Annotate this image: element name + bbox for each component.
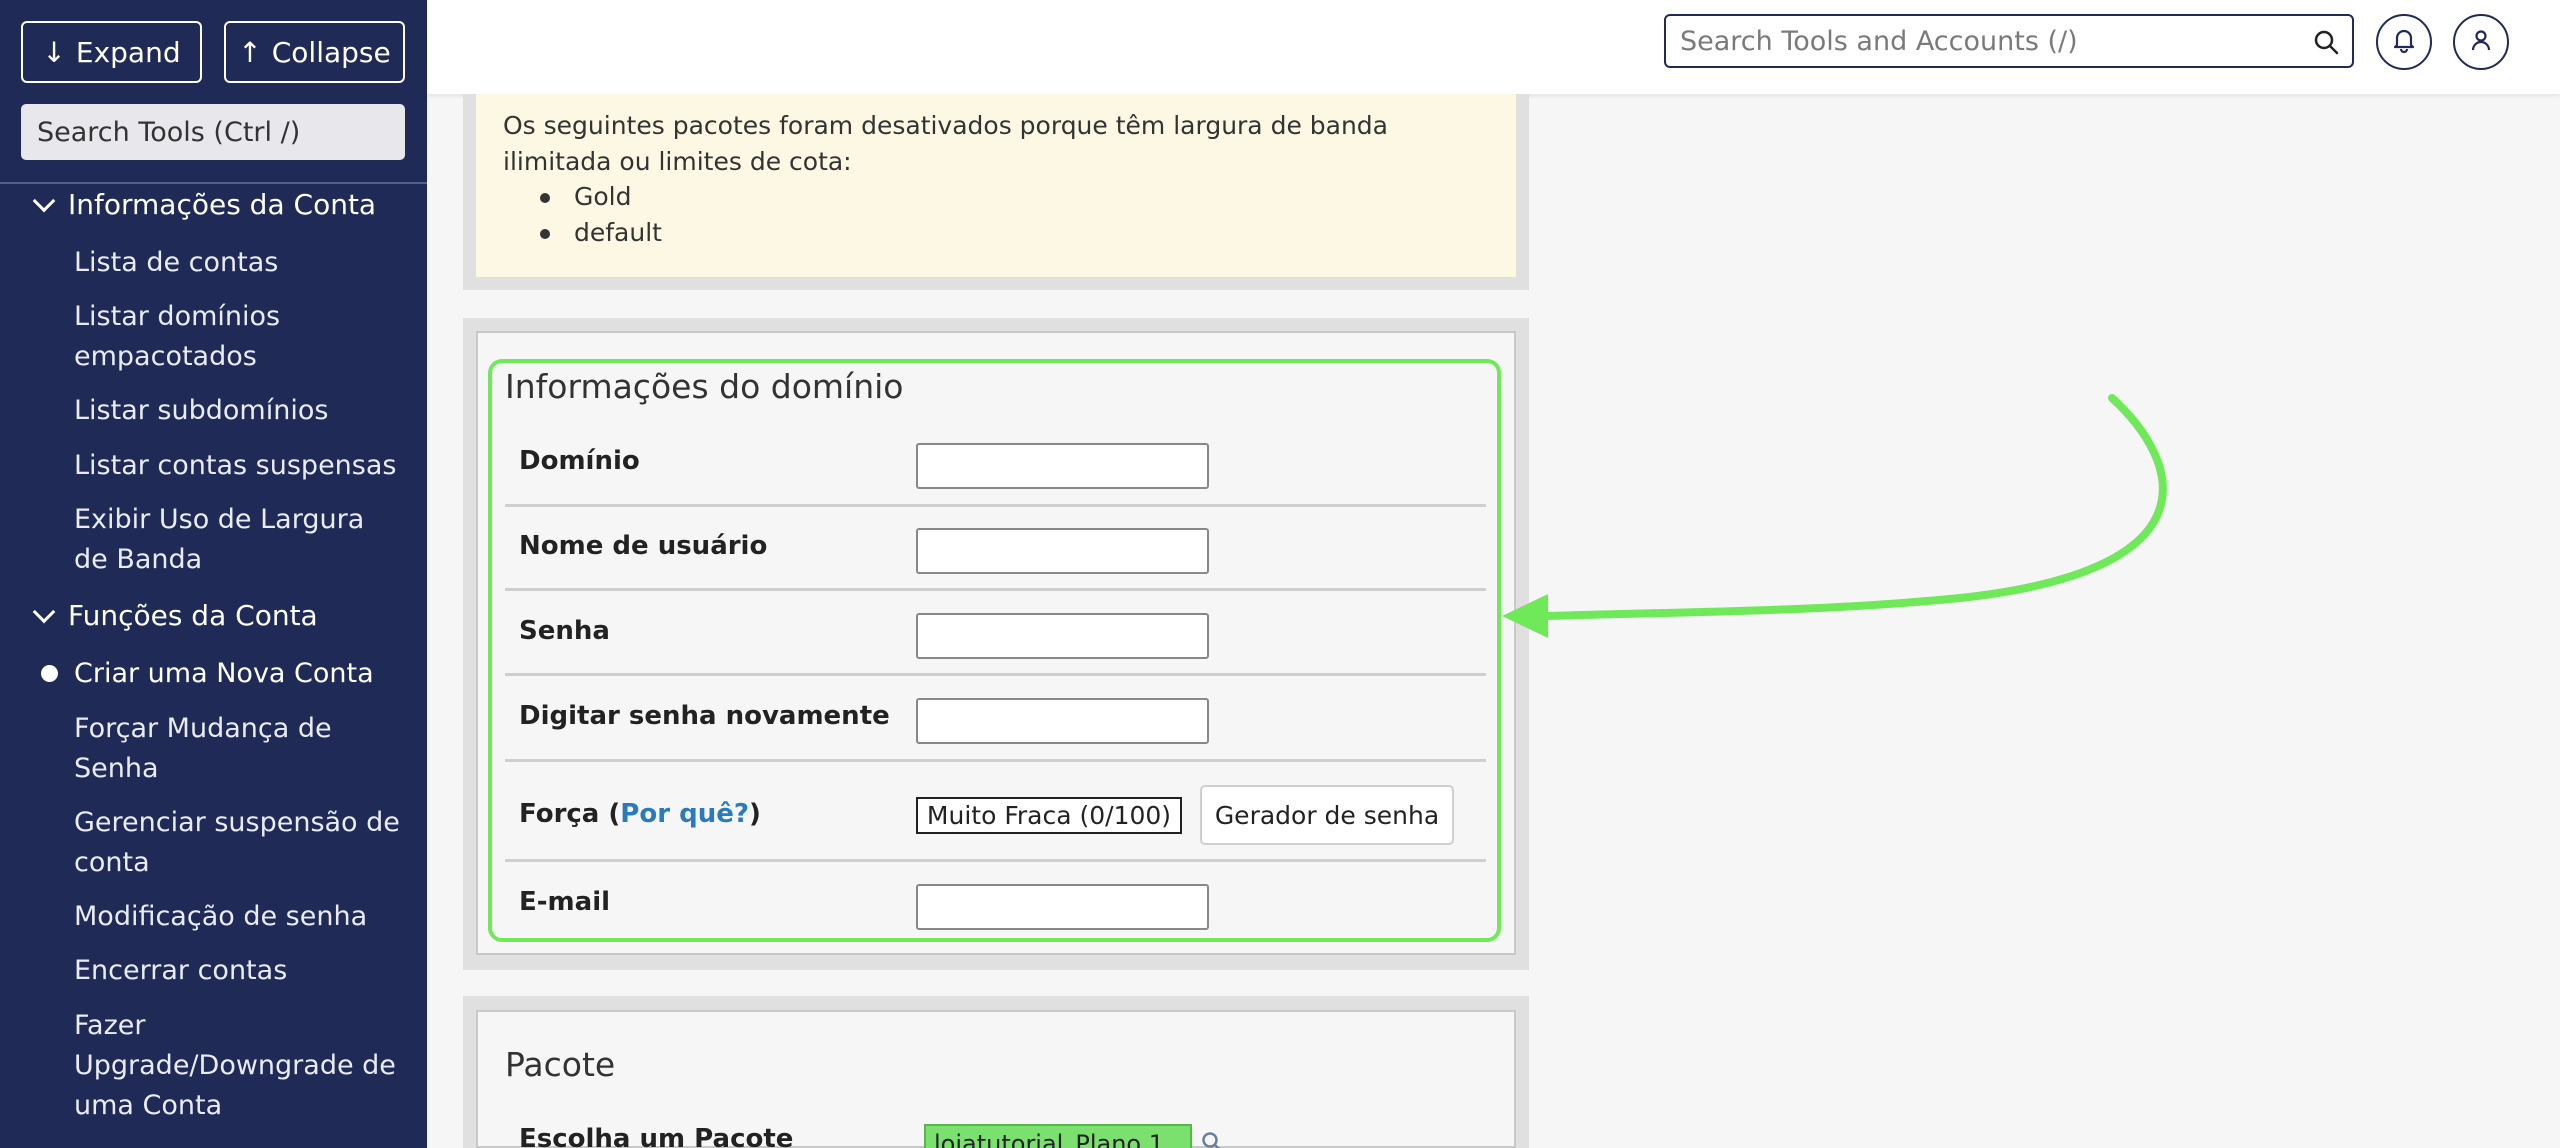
notifications-button[interactable]: [2376, 14, 2432, 70]
divider: [505, 759, 1486, 762]
email-input[interactable]: [916, 884, 1209, 930]
arrow-up-icon: ↑: [238, 35, 262, 69]
sidebar-item-list-subdomains[interactable]: Listar subdomínios: [74, 391, 404, 431]
package-title: Pacote: [505, 1045, 616, 1084]
bell-icon: [2391, 27, 2417, 57]
choose-package-label: Escolha um Pacote: [519, 1124, 794, 1148]
package-select[interactable]: lojatutorial_Plano 1: [924, 1124, 1192, 1148]
annotation-arrow: [1502, 394, 2167, 638]
collapse-button[interactable]: ↑ Collapse: [224, 21, 405, 83]
arrow-down-icon: ↓: [42, 35, 66, 69]
sidebar-section-label: Funções da Conta: [68, 599, 318, 632]
password-input[interactable]: [916, 613, 1209, 659]
collapse-label: Collapse: [271, 35, 391, 69]
top-search-field[interactable]: [1664, 14, 2354, 68]
sidebar-item-list-accounts[interactable]: Lista de contas: [74, 243, 404, 283]
strength-label-prefix: Força (: [519, 799, 621, 829]
package-select-value: lojatutorial_Plano 1: [934, 1130, 1164, 1148]
divider: [505, 859, 1486, 862]
active-indicator-icon: [41, 665, 58, 682]
user-icon: [2468, 27, 2494, 57]
divider: [505, 504, 1486, 507]
user-menu-button[interactable]: [2453, 14, 2509, 70]
notice-text: Os seguintes pacotes foram desativados p…: [503, 111, 1388, 176]
sidebar-section-account-info[interactable]: Informações da Conta: [32, 188, 377, 221]
expand-label: Expand: [75, 35, 181, 69]
sidebar-item-list-parked-domains[interactable]: Listar domínios empacotados: [74, 297, 404, 377]
domain-label: Domínio: [519, 446, 640, 476]
divider: [505, 588, 1486, 591]
sidebar-item-upgrade-downgrade[interactable]: Fazer Upgrade/Downgrade de uma Conta: [74, 1006, 404, 1126]
sidebar-item-list-suspended[interactable]: Listar contas suspensas: [74, 446, 404, 486]
strength-label-suffix: ): [748, 799, 761, 829]
password-again-label: Digitar senha novamente: [519, 701, 890, 731]
email-label: E-mail: [519, 887, 611, 917]
username-input[interactable]: [916, 528, 1209, 574]
search-icon[interactable]: [1200, 1130, 1224, 1148]
strength-label: Força (Por quê?): [519, 799, 761, 829]
why-link[interactable]: Por quê?: [620, 799, 749, 829]
username-label: Nome de usuário: [519, 531, 768, 561]
sidebar-section-account-functions[interactable]: Funções da Conta: [32, 599, 318, 632]
search-icon[interactable]: [2312, 28, 2340, 60]
sidebar-item-create-account[interactable]: Criar uma Nova Conta: [74, 654, 404, 694]
list-item: default: [540, 215, 662, 251]
list-item: Gold: [540, 179, 662, 215]
divider: [505, 673, 1486, 676]
sidebar-item-force-password-change[interactable]: Forçar Mudança de Senha: [74, 709, 404, 789]
chevron-down-icon: [32, 600, 56, 623]
chevron-down-icon: [32, 189, 56, 212]
sidebar-search-input[interactable]: Search Tools (Ctrl /): [21, 104, 405, 160]
sidebar-item-bandwidth-usage[interactable]: Exibir Uso de Largura de Banda: [74, 500, 404, 580]
password-strength-meter: Muito Fraca (0/100): [916, 797, 1182, 834]
sidebar-divider: [0, 182, 427, 184]
top-search-input[interactable]: [1680, 25, 2300, 57]
sidebar-item-terminate-accounts[interactable]: Encerrar contas: [74, 951, 404, 991]
sidebar: ↓ Expand ↑ Collapse Search Tools (Ctrl /…: [0, 0, 427, 1148]
password-generator-button[interactable]: Gerador de senha: [1200, 785, 1454, 845]
expand-button[interactable]: ↓ Expand: [21, 21, 202, 83]
sidebar-item-password-modification[interactable]: Modificação de senha: [74, 897, 404, 937]
domain-info-title: Informações do domínio: [505, 367, 904, 406]
password-label: Senha: [519, 616, 610, 646]
domain-input[interactable]: [916, 443, 1209, 489]
sidebar-section-label: Informações da Conta: [68, 188, 377, 221]
notice-package-list: Gold default: [540, 179, 662, 251]
password-again-input[interactable]: [916, 698, 1209, 744]
sidebar-item-manage-suspension[interactable]: Gerenciar suspensão de conta: [74, 803, 404, 883]
